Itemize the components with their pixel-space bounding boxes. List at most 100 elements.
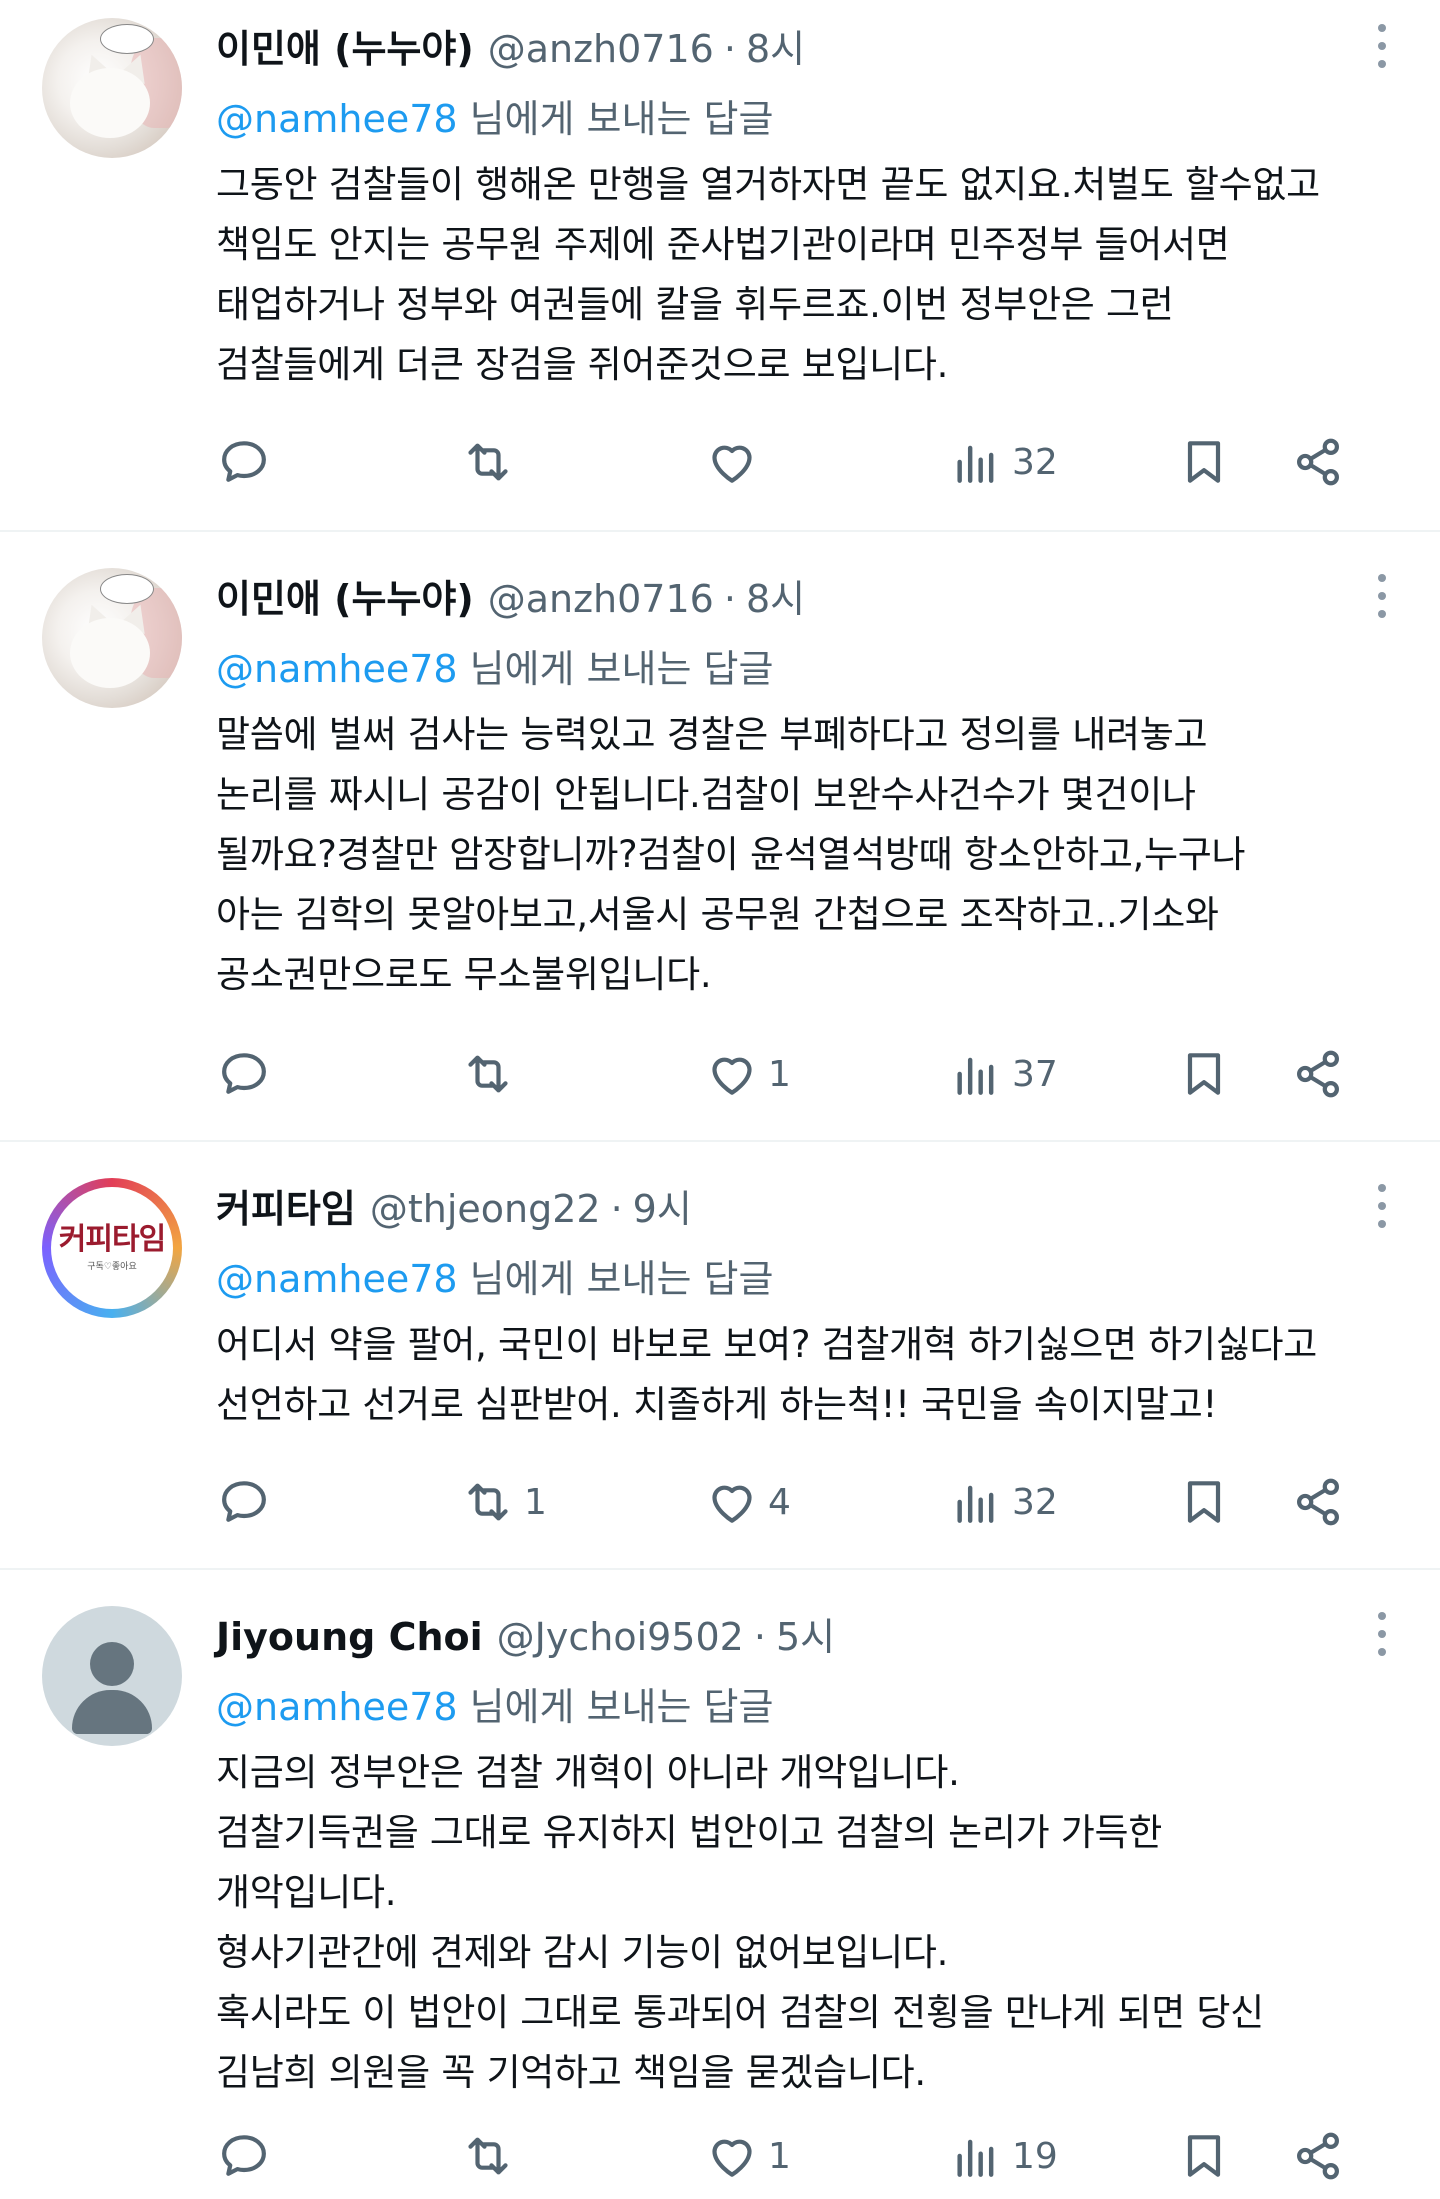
- display-name[interactable]: 이민애 (누누야): [216, 568, 474, 623]
- tweet-time[interactable]: 8시: [746, 568, 805, 623]
- user-handle[interactable]: @anzh0716: [488, 577, 714, 621]
- view-count: 32: [1012, 1481, 1058, 1523]
- retweet-arrows-icon: [468, 2137, 508, 2175]
- retweet-arrows-icon: [468, 443, 508, 481]
- tweet-action-bar: 1 37: [216, 1044, 1366, 1104]
- reply-tweet[interactable]: Jiyoung Choi @Jychoi9502 · 5시 @namhee78 님…: [0, 1570, 1440, 2199]
- avatar[interactable]: [42, 18, 182, 158]
- reply-to-suffix: 님에게 보내는 답글: [469, 647, 774, 691]
- tweet-action-bar: 32: [216, 432, 1366, 492]
- avatar-logo-text: 커피타임: [58, 1221, 166, 1257]
- speech-bubble-icon: [222, 2135, 266, 2176]
- share-button[interactable]: [1290, 432, 1346, 492]
- separator-dot: ·: [723, 577, 736, 621]
- share-button[interactable]: [1290, 1044, 1346, 1104]
- reply-mention-link[interactable]: @namhee78: [216, 1685, 458, 1729]
- more-options-icon[interactable]: [1376, 1184, 1388, 1228]
- reply-button[interactable]: [216, 2126, 272, 2186]
- reply-tweet[interactable]: 커피타임 구독♡좋아요 커피타임 @thjeong22 · 9시 @namhee…: [0, 1142, 1440, 1570]
- tweet-text: 어디서 약을 팔어, 국민이 바보로 보여? 검찰개혁 하기싫으면 하기싫다고 …: [216, 1323, 1317, 1426]
- bookmark-button[interactable]: [1176, 432, 1232, 492]
- reply-to-line: @namhee78 님에게 보내는 답글: [216, 638, 773, 693]
- reply-button[interactable]: [216, 432, 272, 492]
- avatar[interactable]: 커피타임 구독♡좋아요: [42, 1178, 182, 1318]
- tweet-time[interactable]: 5시: [776, 1606, 835, 1661]
- separator-dot: ·: [753, 1615, 766, 1659]
- retweet-button[interactable]: [460, 432, 524, 492]
- tweet-text: 말씀에 벌써 검사는 능력있고 경찰은 부폐하다고 정의를 내려놓고 논리를 짜…: [216, 713, 1246, 996]
- reply-tweet[interactable]: 이민애 (누누야) @anzh0716 · 8시 @namhee78 님에게 보내…: [0, 0, 1440, 532]
- views-button[interactable]: 19: [948, 2126, 1058, 2186]
- speech-bubble-icon: [222, 1481, 266, 1522]
- tweet-header: 이민애 (누누야) @anzh0716 · 8시: [216, 568, 805, 623]
- bar-chart-icon: [957, 445, 994, 483]
- view-count: 37: [1012, 1053, 1058, 1095]
- reply-to-line: @namhee78 님에게 보내는 답글: [216, 88, 773, 143]
- reply-tweet[interactable]: 이민애 (누누야) @anzh0716 · 8시 @namhee78 님에게 보내…: [0, 532, 1440, 1142]
- share-icon: [1297, 438, 1339, 486]
- tweet-action-bar: 1 19: [216, 2126, 1366, 2186]
- tweet-time[interactable]: 8시: [746, 18, 805, 73]
- reply-to-suffix: 님에게 보내는 답글: [469, 1257, 774, 1301]
- display-name[interactable]: 커피타임: [216, 1178, 356, 1233]
- like-button[interactable]: 1: [704, 2126, 791, 2186]
- bookmark-icon: [1187, 441, 1221, 483]
- display-name[interactable]: Jiyoung Choi: [216, 1615, 483, 1659]
- views-button[interactable]: 37: [948, 1044, 1058, 1104]
- tweet-header: Jiyoung Choi @Jychoi9502 · 5시: [216, 1606, 835, 1661]
- reply-feed: 이민애 (누누야) @anzh0716 · 8시 @namhee78 님에게 보내…: [0, 0, 1440, 2199]
- tweet-action-bar: 1 4 32: [216, 1472, 1366, 1532]
- bar-chart-icon: [957, 2139, 994, 2177]
- user-handle[interactable]: @anzh0716: [488, 27, 714, 71]
- heart-icon: [712, 445, 752, 483]
- retweet-button[interactable]: [460, 1044, 524, 1104]
- bar-chart-icon: [957, 1485, 994, 1523]
- like-button[interactable]: 4: [704, 1472, 791, 1532]
- like-count: 4: [768, 1481, 791, 1523]
- like-button[interactable]: 1: [704, 1044, 791, 1104]
- more-options-icon[interactable]: [1376, 1612, 1388, 1656]
- retweet-button[interactable]: 1: [460, 1472, 547, 1532]
- like-count: 1: [768, 2135, 791, 2177]
- reply-to-suffix: 님에게 보내는 답글: [469, 1685, 774, 1729]
- share-button[interactable]: [1290, 1472, 1346, 1532]
- tweet-header: 커피타임 @thjeong22 · 9시: [216, 1178, 692, 1233]
- reply-mention-link[interactable]: @namhee78: [216, 97, 458, 141]
- reply-button[interactable]: [216, 1044, 272, 1104]
- bar-chart-icon: [957, 1057, 994, 1095]
- bookmark-button[interactable]: [1176, 1044, 1232, 1104]
- speech-bubble-icon: [222, 1053, 266, 1094]
- reply-button[interactable]: [216, 1472, 272, 1532]
- user-handle[interactable]: @thjeong22: [370, 1187, 601, 1231]
- separator-dot: ·: [610, 1187, 623, 1231]
- heart-icon: [712, 1485, 752, 1523]
- avatar[interactable]: [42, 568, 182, 708]
- bookmark-icon: [1187, 2135, 1221, 2177]
- share-icon: [1297, 2132, 1339, 2180]
- retweet-count: 1: [524, 1481, 547, 1523]
- views-button[interactable]: 32: [948, 432, 1058, 492]
- views-button[interactable]: 32: [948, 1472, 1058, 1532]
- bookmark-button[interactable]: [1176, 2126, 1232, 2186]
- reply-mention-link[interactable]: @namhee78: [216, 647, 458, 691]
- share-icon: [1297, 1050, 1339, 1098]
- more-options-icon[interactable]: [1376, 24, 1388, 68]
- more-options-icon[interactable]: [1376, 574, 1388, 618]
- retweet-arrows-icon: [468, 1483, 508, 1521]
- share-button[interactable]: [1290, 2126, 1346, 2186]
- retweet-button[interactable]: [460, 2126, 524, 2186]
- reply-to-line: @namhee78 님에게 보내는 답글: [216, 1248, 773, 1303]
- user-handle[interactable]: @Jychoi9502: [497, 1615, 744, 1659]
- speech-bubble-icon: [222, 441, 266, 482]
- avatar[interactable]: [42, 1606, 182, 1746]
- tweet-time[interactable]: 9시: [633, 1178, 692, 1233]
- bookmark-button[interactable]: [1176, 1472, 1232, 1532]
- tweet-text: 그동안 검찰들이 행해온 만행을 열거하자면 끝도 없지요.처벌도 할수없고 책…: [216, 163, 1320, 386]
- like-button[interactable]: [704, 432, 768, 492]
- reply-mention-link[interactable]: @namhee78: [216, 1257, 458, 1301]
- bookmark-icon: [1187, 1481, 1221, 1523]
- reply-to-line: @namhee78 님에게 보내는 답글: [216, 1676, 773, 1731]
- display-name[interactable]: 이민애 (누누야): [216, 18, 474, 73]
- view-count: 19: [1012, 2135, 1058, 2177]
- like-count: 1: [768, 1053, 791, 1095]
